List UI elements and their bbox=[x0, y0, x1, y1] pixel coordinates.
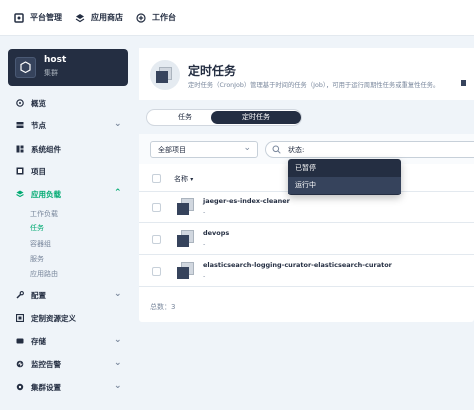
search-icon bbox=[272, 145, 281, 154]
status-dropdown: 已暂停 运行中 bbox=[288, 159, 401, 195]
sidebar-subitem-ingress[interactable]: 应用路由 bbox=[30, 269, 58, 279]
project-select-value: 全部项目 bbox=[158, 146, 186, 154]
sidebar-item-projects[interactable]: 项目 bbox=[0, 164, 138, 180]
top-bar: 平台管理 应用商店 工作台 bbox=[0, 0, 474, 36]
chevron-up-icon: ⌃ bbox=[114, 188, 122, 198]
table-row[interactable]: elasticsearch-logging-curator-elasticsea… bbox=[139, 256, 474, 287]
sidebar-item-label: 监控告警 bbox=[31, 360, 61, 369]
sidebar-item-nodes[interactable]: 节点 ⌄ bbox=[0, 118, 138, 134]
sidebar-item-label: 配置 bbox=[31, 291, 46, 300]
sidebar-item-monitoring[interactable]: 监控告警 ⌄ bbox=[0, 357, 138, 373]
wrench-icon bbox=[16, 291, 24, 299]
sidebar-item-label: 存储 bbox=[31, 337, 46, 346]
crd-icon bbox=[16, 314, 24, 322]
chevron-down-icon: ⌄ bbox=[114, 289, 122, 299]
chevron-down-icon: ⌄ bbox=[114, 358, 122, 368]
monitor-icon bbox=[16, 360, 24, 368]
sidebar-item-label: 概览 bbox=[31, 99, 46, 108]
cluster-name: host bbox=[44, 55, 67, 65]
page-title: 定时任务 bbox=[188, 64, 237, 78]
total-count: 总数：3 bbox=[150, 303, 176, 311]
storage-icon bbox=[16, 338, 24, 344]
cronjob-icon bbox=[150, 60, 180, 90]
sidebar-item-storage[interactable]: 存储 ⌄ bbox=[0, 334, 138, 350]
sidebar-item-label: 项目 bbox=[31, 167, 46, 176]
row-checkbox[interactable] bbox=[152, 267, 161, 276]
sidebar-item-label: 定制资源定义 bbox=[31, 314, 76, 323]
workbench-link[interactable]: 工作台 bbox=[136, 12, 176, 23]
row-checkbox[interactable] bbox=[152, 203, 161, 212]
sidebar-subitem-pods[interactable]: 容器组 bbox=[30, 239, 51, 249]
page-header: 定时任务 定时任务（CronJob）管理基于时间的任务（Job），可用于运行周期… bbox=[139, 48, 474, 100]
server-icon bbox=[16, 122, 24, 128]
search-value: 状态: bbox=[288, 146, 305, 154]
cluster-card[interactable]: host 集群 bbox=[8, 49, 128, 86]
page-description: 定时任务（CronJob）管理基于时间的任务（Job），可用于运行周期性任务或重… bbox=[188, 82, 440, 89]
chevron-down-icon: ⌄ bbox=[114, 381, 122, 391]
chevron-down-icon: ⌄ bbox=[243, 143, 251, 153]
column-name-header[interactable]: 名称 ▾ bbox=[174, 174, 193, 184]
cronjob-name[interactable]: jaeger-es-index-cleaner bbox=[203, 197, 290, 205]
stack-icon bbox=[16, 190, 24, 198]
sidebar-subitem-workloads[interactable]: 工作负载 bbox=[30, 209, 58, 219]
cronjob-desc: - bbox=[203, 208, 206, 216]
gear-icon bbox=[16, 383, 24, 391]
search-input[interactable]: 状态: bbox=[265, 141, 474, 158]
sidebar-item-components[interactable]: 系统组件 bbox=[0, 142, 138, 158]
app-store-label: 应用商店 bbox=[91, 13, 123, 22]
workbench-label: 工作台 bbox=[152, 13, 176, 22]
project-icon bbox=[16, 167, 24, 175]
project-select[interactable]: 全部项目 ⌄ bbox=[150, 141, 258, 158]
select-all-checkbox[interactable] bbox=[152, 174, 161, 183]
platform-management-label: 平台管理 bbox=[30, 13, 62, 22]
tab-switcher: 任务 定时任务 bbox=[146, 109, 302, 126]
row-checkbox[interactable] bbox=[152, 235, 161, 244]
chevron-down-icon: ⌄ bbox=[114, 119, 122, 129]
plus-circle-icon bbox=[136, 12, 146, 23]
app-store-link[interactable]: 应用商店 bbox=[75, 12, 123, 23]
sidebar-item-label: 集群设置 bbox=[31, 383, 61, 392]
table-row[interactable]: devops - bbox=[139, 224, 474, 255]
sidebar-item-overview[interactable]: 概览 bbox=[0, 96, 138, 112]
chevron-down-icon: ⌄ bbox=[114, 335, 122, 345]
cronjob-desc: - bbox=[203, 272, 206, 280]
sidebar-item-label: 应用负载 bbox=[31, 190, 61, 199]
sidebar-item-settings[interactable]: 集群设置 ⌄ bbox=[0, 380, 138, 396]
platform-management-link[interactable]: 平台管理 bbox=[14, 12, 62, 23]
cronjob-icon bbox=[176, 198, 194, 216]
sidebar-subitem-jobs[interactable]: 任务 bbox=[30, 223, 44, 233]
table-row[interactable]: jaeger-es-index-cleaner - bbox=[139, 192, 474, 223]
sidebar-subitem-services[interactable]: 服务 bbox=[30, 254, 44, 264]
tab-cronjobs[interactable]: 定时任务 bbox=[211, 111, 301, 124]
sidebar: host 集群 概览 节点 ⌄ 系统组件 项目 应用负载 ⌃ 工作负载 任务 容… bbox=[0, 36, 138, 410]
sort-down-icon: ▾ bbox=[190, 176, 194, 183]
sidebar-item-workloads[interactable]: 应用负载 ⌃ bbox=[0, 187, 138, 203]
cronjob-icon bbox=[176, 230, 194, 248]
components-icon bbox=[16, 145, 24, 153]
sidebar-item-label: 系统组件 bbox=[31, 145, 61, 154]
sidebar-item-label: 节点 bbox=[31, 121, 46, 130]
header-decoration bbox=[461, 80, 466, 86]
status-option-running[interactable]: 运行中 bbox=[288, 177, 401, 194]
cronjob-icon bbox=[176, 262, 194, 280]
cronjob-name[interactable]: elasticsearch-logging-curator-elasticsea… bbox=[203, 261, 392, 269]
cluster-type: 集群 bbox=[44, 69, 58, 77]
sidebar-item-config[interactable]: 配置 ⌄ bbox=[0, 288, 138, 304]
cronjob-name[interactable]: devops bbox=[203, 229, 229, 237]
layers-icon bbox=[75, 13, 85, 22]
status-option-paused[interactable]: 已暂停 bbox=[288, 160, 401, 177]
cronjob-desc: - bbox=[203, 240, 206, 248]
gauge-icon bbox=[16, 99, 24, 107]
cluster-icon bbox=[15, 57, 36, 78]
table-footer: 总数：3 bbox=[139, 294, 474, 322]
sidebar-item-crd[interactable]: 定制资源定义 bbox=[0, 311, 138, 327]
grid-icon bbox=[14, 12, 24, 23]
